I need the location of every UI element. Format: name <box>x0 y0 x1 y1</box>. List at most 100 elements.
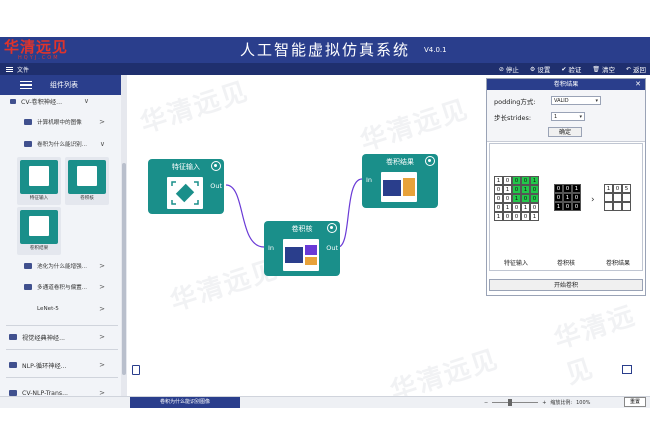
verify-button[interactable]: ✔ 验证 <box>561 64 582 75</box>
sidebar-scrollbar[interactable] <box>121 75 127 405</box>
result-cell <box>613 202 622 211</box>
chevron-right-icon: > <box>99 118 105 126</box>
result-cell: 1 <box>604 184 613 193</box>
app-version: V4.0.1 <box>424 46 447 54</box>
scrollbar-thumb[interactable] <box>122 163 126 375</box>
input-cell: 1 <box>503 185 512 194</box>
result-cell: 5 <box>622 184 631 193</box>
tile-label: 特征输入 <box>29 196 49 201</box>
gear-icon[interactable] <box>211 161 221 171</box>
tile-feature-input[interactable]: 特征输入 <box>17 157 61 205</box>
input-caption: 特征输入 <box>504 260 529 267</box>
sidebar-item-pooling[interactable]: 池化为什么能增强... > <box>0 261 121 271</box>
chevron-down-icon: ∨ <box>83 97 89 105</box>
input-cell: 0 <box>503 212 512 221</box>
divider <box>6 325 118 326</box>
sidebar-item-label: CV-卷积神经... <box>21 98 63 106</box>
input-cell: 1 <box>521 203 530 212</box>
sidebar-item-nlp-rnn[interactable]: NLP-循环神经... > <box>0 360 121 370</box>
kernel-cell: 1 <box>554 202 563 211</box>
file-menu[interactable]: 文件 <box>0 65 29 74</box>
input-cell: 1 <box>530 176 539 185</box>
zoom-in-icon[interactable]: + <box>542 400 546 406</box>
minimap-icon[interactable] <box>622 365 632 374</box>
settings-button[interactable]: ⚙ 设置 <box>530 64 551 75</box>
stop-button[interactable]: ⊘ 停止 <box>498 64 519 75</box>
connection-kernel-result <box>337 178 363 248</box>
output-port[interactable]: Out <box>326 244 338 252</box>
feature-input-card-icon <box>20 160 58 194</box>
tile-kernel[interactable]: 卷积核 <box>65 157 109 205</box>
stop-icon: ⊘ <box>498 65 504 73</box>
input-cell: 0 <box>521 212 530 221</box>
zoom-slider[interactable] <box>492 399 539 406</box>
result-preview <box>381 172 417 202</box>
clear-icon: 🗑 <box>592 65 600 73</box>
verify-icon: ✔ <box>561 65 567 73</box>
node-feature-input[interactable]: 特征输入 Out <box>148 159 224 214</box>
input-cell: 1 <box>512 194 521 203</box>
kernel-card-icon <box>68 160 106 194</box>
result-caption: 卷积结果 <box>606 260 631 267</box>
zoom-out-icon[interactable]: − <box>484 400 488 406</box>
result-cell <box>604 202 613 211</box>
conv-visualization: 1000101010001000101010001 001010100 › 10… <box>489 143 643 271</box>
input-cell: 0 <box>503 194 512 203</box>
gear-icon[interactable] <box>327 223 337 233</box>
result-cell <box>613 193 622 202</box>
input-port[interactable]: In <box>268 244 274 252</box>
input-cell: 0 <box>512 212 521 221</box>
folder-icon <box>10 98 16 104</box>
tile-conv-result[interactable]: 卷积结果 <box>17 207 61 255</box>
app-title: 人工智能虚拟仿真系统 <box>239 41 410 59</box>
conv-result-card-icon <box>20 210 58 244</box>
chevron-down-icon: ▾ <box>595 98 598 104</box>
node-kernel[interactable]: 卷积核 In Out <box>264 221 340 276</box>
stride-select[interactable]: 1 ▾ <box>551 112 585 121</box>
folder-icon <box>9 334 17 340</box>
zoom-knob[interactable] <box>508 399 513 406</box>
result-cell: 0 <box>613 184 622 193</box>
back-button[interactable]: ↶ 返回 <box>626 64 646 75</box>
input-cell: 0 <box>503 176 512 185</box>
output-port[interactable]: Out <box>210 182 222 190</box>
sidebar-item-conv-recognize[interactable]: 卷积为什么能识别... ∨ <box>0 139 121 149</box>
kernel-caption: 卷积核 <box>557 260 576 267</box>
kernel-preview <box>283 239 319 271</box>
close-icon[interactable]: ✕ <box>635 79 641 90</box>
sidebar-item-multichannel[interactable]: 多通道卷积与偏置... > <box>0 282 121 292</box>
sidebar-item-lenet5[interactable]: LeNet-5 > <box>0 304 121 314</box>
fit-view-icon[interactable] <box>132 365 140 375</box>
divider <box>6 377 118 378</box>
confirm-button[interactable]: 确定 <box>548 127 582 137</box>
sidebar-title: 组件列表 <box>50 81 78 89</box>
node-conv-result[interactable]: 卷积结果 In <box>362 154 438 208</box>
result-matrix: 105 <box>604 184 631 211</box>
sidebar-menu-icon[interactable] <box>20 81 32 89</box>
gear-icon[interactable] <box>425 156 435 166</box>
input-cell: 0 <box>530 194 539 203</box>
chevron-down-icon: ▾ <box>579 114 582 120</box>
padding-label: podding方式: <box>494 98 536 106</box>
kernel-cell: 0 <box>572 193 581 202</box>
verify-label: 验证 <box>568 66 582 74</box>
canvas-tab[interactable]: 卷积为什么能识别图像 <box>130 397 240 408</box>
module-icon <box>24 284 32 290</box>
divider <box>6 349 118 350</box>
sidebar-item-cv-cnn[interactable]: CV-卷积神经... ∨ <box>0 96 121 106</box>
result-cell <box>604 193 613 202</box>
clear-button[interactable]: 🗑 清空 <box>592 64 615 75</box>
settings-label: 设置 <box>537 66 551 74</box>
sidebar-item-computer-image[interactable]: 计算机眼中的图像 > <box>0 117 121 127</box>
padding-select[interactable]: VALID ▾ <box>551 96 601 105</box>
input-port[interactable]: In <box>366 176 372 184</box>
chevron-right-icon: > <box>99 262 105 270</box>
sidebar-item-vision-classic[interactable]: 视觉经典神经... > <box>0 332 121 342</box>
start-conv-button[interactable]: 开始卷积 <box>489 279 643 291</box>
chevron-right-icon: > <box>99 283 105 291</box>
folder-icon <box>9 362 17 368</box>
reset-button[interactable]: 重置 <box>624 397 646 407</box>
chevron-right-icon: > <box>99 305 105 313</box>
chevron-right-icon: > <box>99 333 105 341</box>
input-cell: 0 <box>530 203 539 212</box>
